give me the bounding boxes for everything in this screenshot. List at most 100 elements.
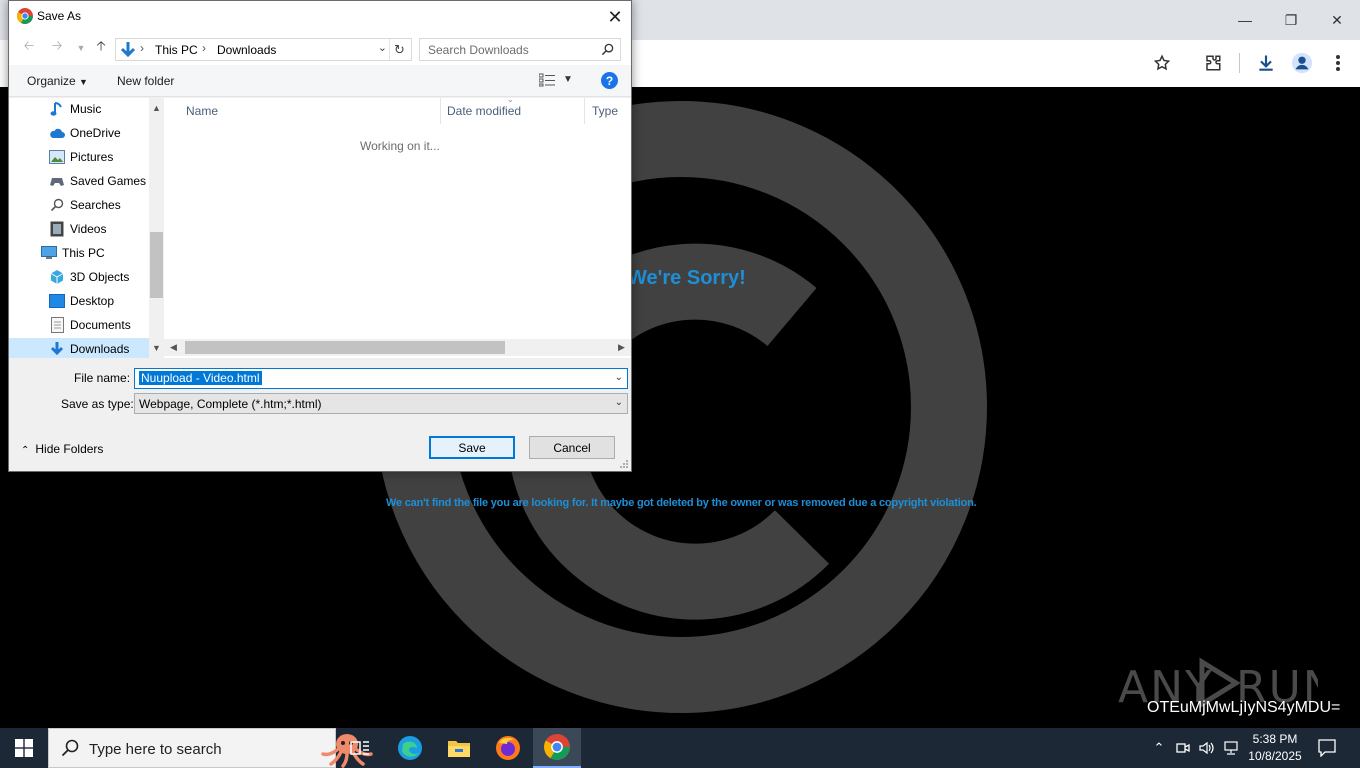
file-name-dropdown-icon[interactable]: ⌄: [615, 372, 623, 383]
search-placeholder: Search Downloads: [428, 43, 529, 57]
tree-item-label: Searches: [70, 198, 121, 212]
meet-now-icon[interactable]: [1174, 739, 1192, 757]
breadcrumb-separator: ›: [202, 41, 206, 55]
view-options-icon[interactable]: [539, 73, 555, 87]
view-dropdown-icon[interactable]: ▼: [563, 74, 573, 85]
network-icon[interactable]: [1222, 739, 1240, 757]
system-clock[interactable]: 5:38 PM 10/8/2025: [1248, 731, 1302, 765]
breadcrumb-downloads[interactable]: Downloads: [217, 43, 276, 57]
notification-center-icon[interactable]: [1318, 739, 1336, 757]
forward-arrow-icon[interactable]: 🡢: [47, 38, 67, 58]
close-icon[interactable]: ✕: [603, 5, 627, 29]
tray-chevron-up-icon[interactable]: ⌃: [1150, 739, 1168, 757]
browser-close-button[interactable]: ✕: [1324, 8, 1350, 32]
dialog-title: Save As: [37, 9, 82, 23]
save-type-dropdown-icon[interactable]: ⌄: [615, 397, 623, 408]
taskbar-search-box[interactable]: Type here to search: [48, 728, 373, 768]
clock-time: 5:38 PM: [1252, 732, 1298, 746]
chevron-up-icon: ⌃: [21, 445, 30, 456]
breadcrumb-this-pc[interactable]: This PC: [155, 43, 198, 57]
searches-icon: [49, 197, 65, 213]
scrollbar-thumb[interactable]: [185, 341, 505, 354]
save-form: File name: Nuupload - Video.html ⌄ Save …: [9, 358, 631, 471]
tree-item-saved-games[interactable]: Saved Games: [49, 170, 146, 192]
desktop-icon: [49, 293, 65, 309]
music-icon: [49, 101, 65, 117]
tree-item-desktop[interactable]: Desktop: [49, 290, 114, 312]
search-icon: [601, 43, 614, 56]
address-dropdown-icon[interactable]: ⌄: [378, 41, 387, 54]
column-header-type[interactable]: Type: [592, 104, 618, 118]
extensions-icon[interactable]: [1200, 50, 1226, 76]
refresh-icon[interactable]: ↻: [389, 39, 409, 60]
tree-item-documents[interactable]: Documents: [49, 314, 131, 336]
downloads-icon: [49, 341, 65, 357]
cloud-icon: [49, 125, 65, 141]
tree-item-downloads[interactable]: Downloads: [9, 338, 149, 358]
minimize-button[interactable]: —: [1232, 8, 1258, 32]
task-view-button[interactable]: [336, 728, 384, 768]
resize-grip-icon[interactable]: [619, 459, 629, 469]
save-button[interactable]: Save: [429, 436, 515, 459]
watermark-id: OTEuMjMwLjIyNS4yMDU=: [1147, 699, 1341, 716]
cancel-button[interactable]: Cancel: [529, 436, 615, 459]
download-icon[interactable]: [1253, 50, 1279, 76]
tree-item-pictures[interactable]: Pictures: [49, 146, 113, 168]
tree-item-label: Pictures: [70, 150, 114, 164]
tree-item-label: Saved Games: [70, 174, 147, 188]
file-list: Name Date modified ⌄ Type Working on it.…: [164, 98, 631, 358]
tree-item-videos[interactable]: Videos: [49, 218, 106, 240]
column-divider[interactable]: [584, 98, 585, 124]
save-type-select[interactable]: Webpage, Complete (*.htm;*.html) ⌄: [134, 393, 628, 414]
sort-chevron-icon: ⌄: [507, 98, 514, 104]
restore-button[interactable]: ❐: [1278, 8, 1304, 32]
address-box[interactable]: › This PC › Downloads ⌄ ↻: [115, 38, 412, 61]
tree-item-3d-objects[interactable]: 3D Objects: [49, 266, 129, 288]
column-header-date-modified[interactable]: Date modified: [447, 104, 521, 118]
windows-logo-icon: [15, 739, 33, 757]
hide-folders-button[interactable]: ⌃ Hide Folders: [21, 442, 103, 456]
recent-locations-chevron-icon[interactable]: ▼: [71, 38, 91, 58]
back-arrow-icon[interactable]: 🡠: [19, 38, 39, 58]
profile-avatar-icon[interactable]: [1289, 50, 1315, 76]
taskbar: Type here to search ⌃ 5:38 PM 10/8/2025: [0, 728, 1360, 768]
pictures-icon: [49, 149, 65, 165]
search-input[interactable]: Search Downloads: [419, 38, 621, 61]
folder-tree: Music OneDrive Pictures Saved Games Sear…: [9, 98, 149, 358]
tree-item-this-pc[interactable]: This PC: [41, 242, 105, 264]
tree-item-searches[interactable]: Searches: [49, 194, 121, 216]
search-icon: [61, 739, 79, 757]
scrollbar-thumb[interactable]: [150, 232, 163, 298]
scroll-left-arrow-icon[interactable]: ◀: [166, 340, 181, 355]
scroll-right-arrow-icon[interactable]: ▶: [614, 340, 629, 355]
file-list-horizontal-scrollbar[interactable]: ◀ ▶: [164, 339, 631, 356]
tree-item-label: Desktop: [70, 294, 115, 308]
scroll-up-arrow-icon[interactable]: ▲: [149, 100, 164, 115]
taskbar-chrome[interactable]: [533, 728, 581, 768]
clock-date: 10/8/2025: [1248, 749, 1302, 763]
error-heading: We're Sorry!: [628, 267, 746, 289]
help-icon[interactable]: ?: [601, 72, 618, 89]
new-folder-button[interactable]: New folder: [117, 74, 174, 88]
tree-item-label: Documents: [70, 318, 131, 332]
dialog-titlebar: Save As ✕: [9, 1, 631, 32]
save-as-dialog: Save As ✕ 🡠 🡢 ▼ 🡡 › This PC › Downloads …: [8, 0, 632, 472]
column-header-name[interactable]: Name: [186, 104, 218, 118]
toolbar-divider: [1239, 53, 1240, 73]
taskbar-edge[interactable]: [386, 728, 434, 768]
volume-icon[interactable]: [1198, 739, 1216, 757]
bookmark-star-icon[interactable]: [1149, 50, 1175, 76]
up-arrow-icon[interactable]: 🡡: [91, 38, 111, 58]
tree-item-onedrive[interactable]: OneDrive: [49, 122, 121, 144]
file-name-field[interactable]: Nuupload - Video.html ⌄: [134, 368, 628, 389]
start-button[interactable]: [0, 728, 48, 768]
folder-tree-scrollbar[interactable]: ▲ ▼: [149, 98, 164, 358]
column-divider[interactable]: [440, 98, 441, 124]
tree-item-music[interactable]: Music: [49, 98, 101, 120]
taskbar-file-explorer[interactable]: [435, 728, 483, 768]
more-menu-icon[interactable]: [1325, 50, 1351, 76]
firefox-icon: [496, 736, 520, 760]
taskbar-firefox[interactable]: [484, 728, 532, 768]
organize-button[interactable]: Organize ▼: [27, 74, 88, 88]
scroll-down-arrow-icon[interactable]: ▼: [149, 340, 164, 355]
